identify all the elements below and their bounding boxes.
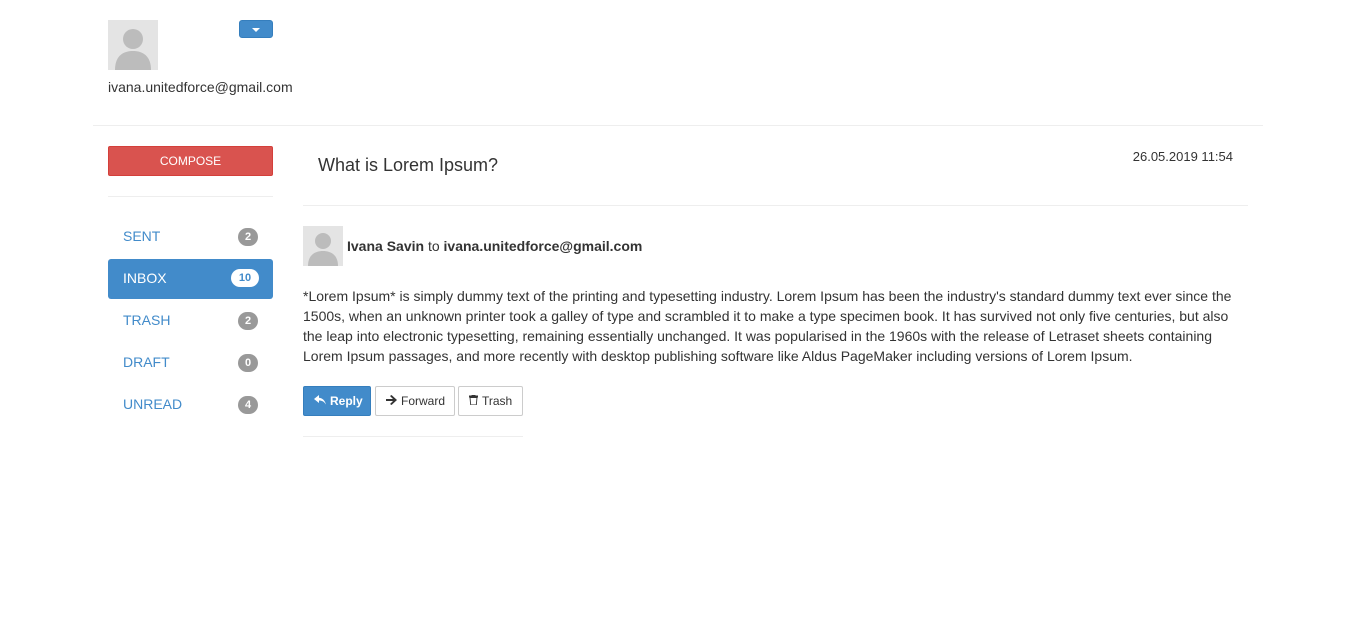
actions-divider	[303, 436, 523, 437]
reply-icon	[314, 387, 326, 415]
subject-divider	[303, 205, 1248, 206]
sidebar-item-draft[interactable]: DRAFT 0	[108, 343, 273, 383]
sidebar-item-inbox[interactable]: INBOX 10	[108, 259, 273, 299]
sidebar-item-label: UNREAD	[123, 396, 183, 412]
sender-name: Ivana Savin	[347, 238, 425, 254]
trash-icon	[468, 387, 479, 415]
sender-line: Ivana Savin to ivana.unitedforce@gmail.c…	[347, 238, 642, 254]
reply-button[interactable]: Reply	[303, 386, 371, 416]
count-badge: 2	[238, 228, 258, 246]
folder-nav: SENT 2 INBOX 10 TRASH 2 DRAFT 0 UNREAD 4	[108, 217, 273, 425]
user-header: ivana.unitedforce@gmail.com	[108, 20, 298, 100]
header-divider	[93, 125, 1263, 126]
message-body: *Lorem Ipsum* is simply dummy text of th…	[303, 288, 1232, 364]
sidebar-item-unread[interactable]: UNREAD 4	[108, 385, 273, 425]
sidebar-item-trash[interactable]: TRASH 2	[108, 301, 273, 341]
sidebar-item-label: TRASH	[123, 312, 171, 328]
message-date: 26.05.2019 11:54	[1132, 149, 1233, 164]
sidebar-item-label: DRAFT	[123, 354, 170, 370]
sidebar: COMPOSE SENT 2 INBOX 10 TRASH 2 DRAFT 0 …	[108, 146, 273, 427]
count-badge: 2	[238, 312, 258, 330]
count-badge: 4	[238, 396, 258, 414]
sidebar-item-label: SENT	[123, 228, 161, 244]
recipient-email: ivana.unitedforce@gmail.com	[443, 238, 643, 254]
caret-down-icon	[252, 28, 260, 32]
forward-label: Forward	[401, 394, 446, 408]
user-menu-dropdown-button[interactable]	[239, 20, 273, 38]
arrow-right-icon	[386, 387, 397, 415]
sidebar-item-sent[interactable]: SENT 2	[108, 217, 273, 257]
user-avatar	[108, 20, 158, 70]
sidebar-item-label: INBOX	[123, 270, 167, 286]
reply-label: Reply	[330, 394, 363, 408]
to-word: to	[427, 238, 440, 254]
user-email: ivana.unitedforce@gmail.com	[108, 79, 293, 95]
trash-button[interactable]: Trash	[458, 386, 523, 416]
message-subject: What is Lorem Ipsum?	[318, 155, 499, 175]
sender-avatar	[303, 226, 343, 266]
sender-row: Ivana Savin to ivana.unitedforce@gmail.c…	[303, 226, 1248, 266]
compose-button[interactable]: COMPOSE	[108, 146, 273, 176]
count-badge: 10	[231, 269, 259, 287]
sidebar-divider	[108, 196, 273, 197]
trash-label: Trash	[482, 394, 513, 408]
forward-button[interactable]: Forward	[375, 386, 455, 416]
count-badge: 0	[238, 354, 258, 372]
